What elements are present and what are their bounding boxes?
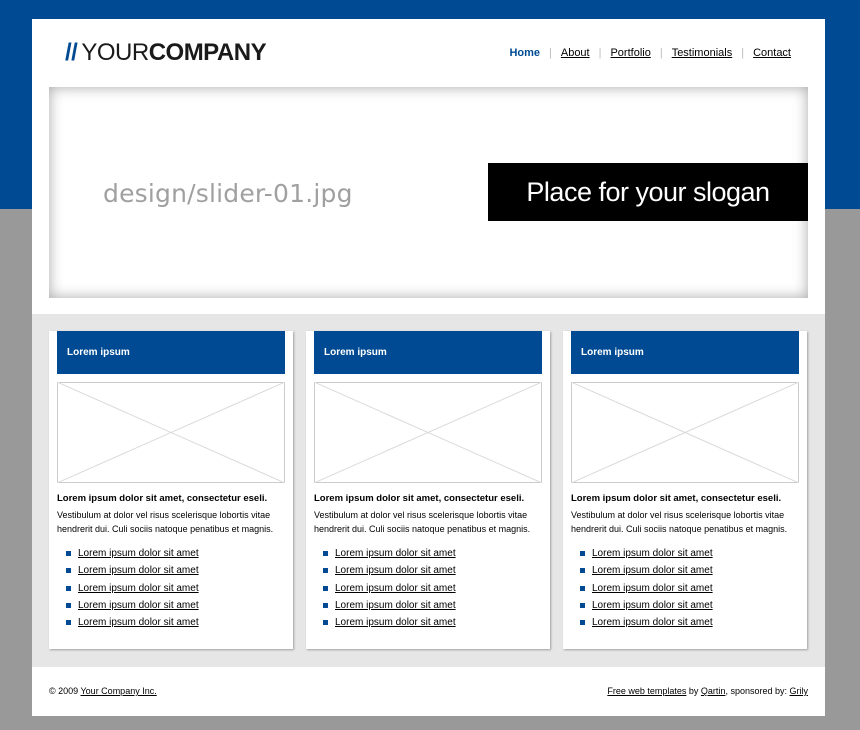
content-column-3: Lorem ipsum Lorem ipsum dolor sit amet, … — [563, 331, 807, 649]
nav-portfolio[interactable]: Portfolio — [610, 47, 650, 59]
list-item: Lorem ipsum dolor sit amet — [314, 614, 456, 631]
list-link[interactable]: Lorem ipsum dolor sit amet — [335, 548, 456, 559]
bullet-square-icon — [323, 602, 328, 608]
free-templates-link[interactable]: Free web templates — [607, 686, 686, 696]
list-link[interactable]: Lorem ipsum dolor sit amet — [592, 565, 713, 576]
list-item: Lorem ipsum dolor sit amet — [314, 580, 456, 597]
bullet-square-icon — [66, 568, 71, 574]
nav-separator: | — [598, 47, 602, 59]
list-item: Lorem ipsum dolor sit amet — [57, 614, 199, 631]
bullet-square-icon — [323, 551, 328, 556]
column-text: Vestibulum at dolor vel risus scelerisqu… — [571, 510, 788, 534]
content-column-1: Lorem ipsum Lorem ipsum dolor sit amet, … — [49, 331, 293, 649]
sponsor-link[interactable]: Grily — [790, 686, 809, 696]
bullet-square-icon — [323, 568, 328, 574]
by-text: by — [688, 686, 699, 696]
list-link[interactable]: Lorem ipsum dolor sit amet — [78, 600, 199, 611]
list-link[interactable]: Lorem ipsum dolor sit amet — [592, 617, 713, 628]
nav-about[interactable]: About — [561, 47, 590, 59]
content-column-2: Lorem ipsum Lorem ipsum dolor sit amet, … — [306, 331, 550, 649]
list-item: Lorem ipsum dolor sit amet — [57, 580, 199, 597]
company-link[interactable]: Your Company Inc. — [81, 686, 157, 696]
list-link[interactable]: Lorem ipsum dolor sit amet — [335, 600, 456, 611]
slogan-banner: Place for your slogan — [488, 163, 808, 221]
bullet-square-icon — [580, 585, 585, 591]
bullet-square-icon — [66, 551, 71, 556]
column-link-list: Lorem ipsum dolor sit amet Lorem ipsum d… — [57, 545, 199, 631]
column-heading: Lorem ipsum — [57, 331, 285, 374]
list-link[interactable]: Lorem ipsum dolor sit amet — [335, 583, 456, 594]
list-item: Lorem ipsum dolor sit amet — [571, 614, 713, 631]
slider-image-placeholder-label: design/slider-01.jpg — [103, 179, 353, 208]
bullet-square-icon — [66, 620, 71, 626]
column-link-list: Lorem ipsum dolor sit amet Lorem ipsum d… — [571, 545, 713, 631]
list-item: Lorem ipsum dolor sit amet — [571, 597, 713, 614]
image-placeholder-icon — [314, 382, 542, 483]
bullet-square-icon — [580, 602, 585, 608]
bullet-square-icon — [323, 620, 328, 626]
main-nav: Home | About | Portfolio | Testimonials | Contac… — [509, 47, 791, 59]
header: //YOURCOMPANY Home | About | Portfolio | Testi… — [32, 19, 825, 87]
logo-slashes: // — [65, 39, 78, 66]
copyright-text: © 2009 — [49, 686, 79, 696]
list-link[interactable]: Lorem ipsum dolor sit amet — [592, 583, 713, 594]
nav-separator: | — [741, 47, 745, 59]
list-link[interactable]: Lorem ipsum dolor sit amet — [78, 565, 199, 576]
nav-home[interactable]: Home — [509, 47, 540, 59]
page-container: //YOURCOMPANY Home | About | Portfolio | Testi… — [32, 19, 825, 716]
list-item: Lorem ipsum dolor sit amet — [314, 545, 456, 562]
image-placeholder-icon — [571, 382, 799, 483]
footer: © 2009 Your Company Inc. Free web templa… — [32, 667, 825, 716]
nav-separator: | — [549, 47, 552, 59]
hero-slider: design/slider-01.jpg Place for your slog… — [49, 87, 808, 298]
column-title: Lorem ipsum dolor sit amet, consectetur … — [571, 493, 782, 504]
bullet-square-icon — [66, 585, 71, 591]
list-link[interactable]: Lorem ipsum dolor sit amet — [592, 600, 713, 611]
list-link[interactable]: Lorem ipsum dolor sit amet — [78, 583, 199, 594]
column-heading: Lorem ipsum — [571, 331, 799, 374]
list-link[interactable]: Lorem ipsum dolor sit amet — [78, 617, 199, 628]
bullet-square-icon — [66, 602, 71, 608]
list-item: Lorem ipsum dolor sit amet — [571, 562, 713, 579]
footer-credits: Free web templates by Qartin, sponsored … — [607, 686, 808, 696]
list-item: Lorem ipsum dolor sit amet — [571, 580, 713, 597]
column-text: Vestibulum at dolor vel risus scelerisqu… — [57, 510, 274, 534]
column-heading: Lorem ipsum — [314, 331, 542, 374]
list-item: Lorem ipsum dolor sit amet — [57, 562, 199, 579]
bullet-square-icon — [580, 620, 585, 626]
column-link-list: Lorem ipsum dolor sit amet Lorem ipsum d… — [314, 545, 456, 631]
column-text: Vestibulum at dolor vel risus scelerisqu… — [314, 510, 531, 534]
list-link[interactable]: Lorem ipsum dolor sit amet — [592, 548, 713, 559]
list-item: Lorem ipsum dolor sit amet — [57, 597, 199, 614]
nav-separator: | — [659, 47, 663, 59]
nav-contact[interactable]: Contact — [753, 47, 791, 59]
content-area: Lorem ipsum Lorem ipsum dolor sit amet, … — [32, 314, 825, 667]
column-title: Lorem ipsum dolor sit amet, consectetur … — [57, 493, 268, 504]
list-link[interactable]: Lorem ipsum dolor sit amet — [78, 548, 199, 559]
company-logo[interactable]: //YOURCOMPANY — [65, 39, 267, 66]
image-placeholder-icon — [57, 382, 285, 483]
list-item: Lorem ipsum dolor sit amet — [571, 545, 713, 562]
bullet-square-icon — [580, 568, 585, 574]
list-item: Lorem ipsum dolor sit amet — [314, 597, 456, 614]
author-link[interactable]: Qartin — [701, 686, 726, 696]
nav-testimonials[interactable]: Testimonials — [672, 47, 733, 59]
logo-text-light: YOUR — [81, 39, 149, 66]
logo-text-bold: COMPANY — [148, 39, 267, 66]
column-title: Lorem ipsum dolor sit amet, consectetur … — [314, 493, 525, 504]
list-link[interactable]: Lorem ipsum dolor sit amet — [335, 565, 456, 576]
footer-copyright: © 2009 Your Company Inc. — [49, 686, 157, 696]
bullet-square-icon — [580, 551, 585, 556]
list-item: Lorem ipsum dolor sit amet — [57, 545, 199, 562]
bullet-square-icon — [323, 585, 328, 591]
list-link[interactable]: Lorem ipsum dolor sit amet — [335, 617, 456, 628]
sponsored-text: , sponsored by: — [725, 686, 787, 696]
list-item: Lorem ipsum dolor sit amet — [314, 562, 456, 579]
